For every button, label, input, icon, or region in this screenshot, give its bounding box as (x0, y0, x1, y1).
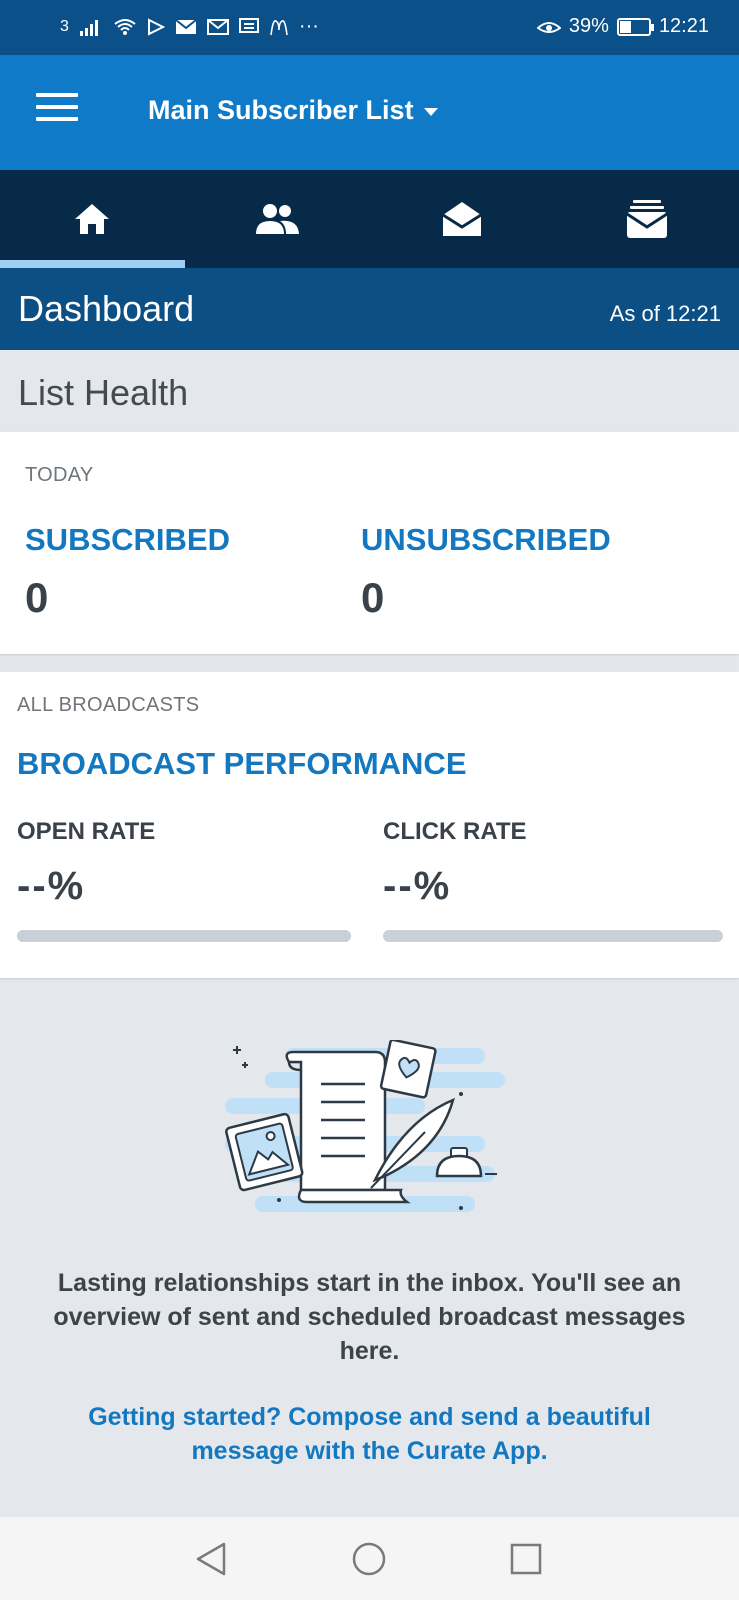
status-left: 3 ··· (60, 15, 319, 38)
home-circle-icon (352, 1542, 386, 1576)
tab-messages[interactable] (554, 170, 739, 268)
home-icon (75, 204, 110, 234)
all-broadcasts-label: ALL BROADCASTS (17, 694, 200, 716)
open-rate-bar (17, 930, 351, 942)
tab-bar (0, 170, 739, 268)
unsubscribed-count: 0 (361, 574, 385, 621)
back-icon (196, 1542, 226, 1576)
empty-state-illustration (225, 1040, 505, 1212)
signal-icon (79, 18, 103, 36)
status-right: 39% 12:21 (536, 15, 709, 38)
subscribed-count: 0 (25, 574, 49, 621)
click-rate-value: --% (383, 864, 452, 908)
unsubscribed-label: UNSUBSCRIBED (361, 522, 611, 557)
home-nav-button[interactable] (349, 1539, 389, 1579)
list-selector[interactable]: Main Subscriber List (148, 95, 438, 126)
battery-level (619, 20, 631, 33)
list-selector-label: Main Subscriber List (148, 95, 414, 125)
eye-comfort-icon (536, 18, 561, 36)
battery-percent: 39% (568, 15, 609, 37)
back-button[interactable] (191, 1539, 231, 1579)
tab-home[interactable] (0, 170, 185, 268)
click-rate-label: CLICK RATE (383, 818, 527, 845)
subscribers-icon (256, 204, 300, 234)
caret-down-icon (423, 107, 438, 116)
play-store-icon (147, 17, 165, 36)
status-bar: 3 ··· 39% 12:21 (0, 0, 739, 55)
battery-icon (616, 17, 654, 36)
open-rate-label: OPEN RATE (17, 818, 156, 845)
page-title: Dashboard (18, 288, 195, 329)
today-card: TODAY SUBSCRIBED 0 UNSUBSCRIBED 0 (0, 432, 739, 654)
message-icon (238, 17, 259, 36)
clock: 12:21 (658, 15, 709, 37)
curate-app-link[interactable]: Getting started? Compose and send a beau… (40, 1400, 699, 1468)
today-label: TODAY (25, 464, 94, 486)
broadcast-open-envelope-icon (442, 202, 482, 236)
menu-button[interactable] (36, 93, 78, 123)
mcdonalds-icon (269, 18, 289, 36)
sent-messages-icon (625, 200, 668, 238)
broadcast-performance-card: ALL BROADCASTS BROADCAST PERFORMANCE OPE… (0, 672, 739, 978)
subscribed-label: SUBSCRIBED (25, 522, 230, 557)
tab-broadcasts[interactable] (370, 170, 555, 268)
menu-icon (36, 93, 78, 97)
last-updated: As of 12:21 (609, 301, 721, 326)
tab-subscribers[interactable] (185, 170, 370, 268)
broadcast-performance-title: BROADCAST PERFORMANCE (17, 746, 467, 781)
mail-icon (175, 18, 197, 35)
dashboard-header: Dashboard As of 12:21 (0, 268, 739, 350)
menu-icon-line (36, 105, 78, 109)
more-notifications-icon: ··· (298, 15, 319, 37)
wifi-icon (113, 18, 137, 36)
gmail-icon (206, 18, 229, 35)
carrier-label: 3 (60, 17, 69, 35)
system-nav-bar (0, 1517, 739, 1600)
list-health-title: List Health (18, 372, 189, 413)
app-bar: Main Subscriber List (0, 55, 739, 170)
recents-square-icon (510, 1543, 542, 1575)
recents-button[interactable] (506, 1539, 546, 1579)
open-rate-value: --% (17, 864, 86, 908)
click-rate-bar (383, 930, 723, 942)
menu-icon-line (36, 117, 78, 121)
empty-state-message: Lasting relationships start in the inbox… (53, 1269, 686, 1365)
